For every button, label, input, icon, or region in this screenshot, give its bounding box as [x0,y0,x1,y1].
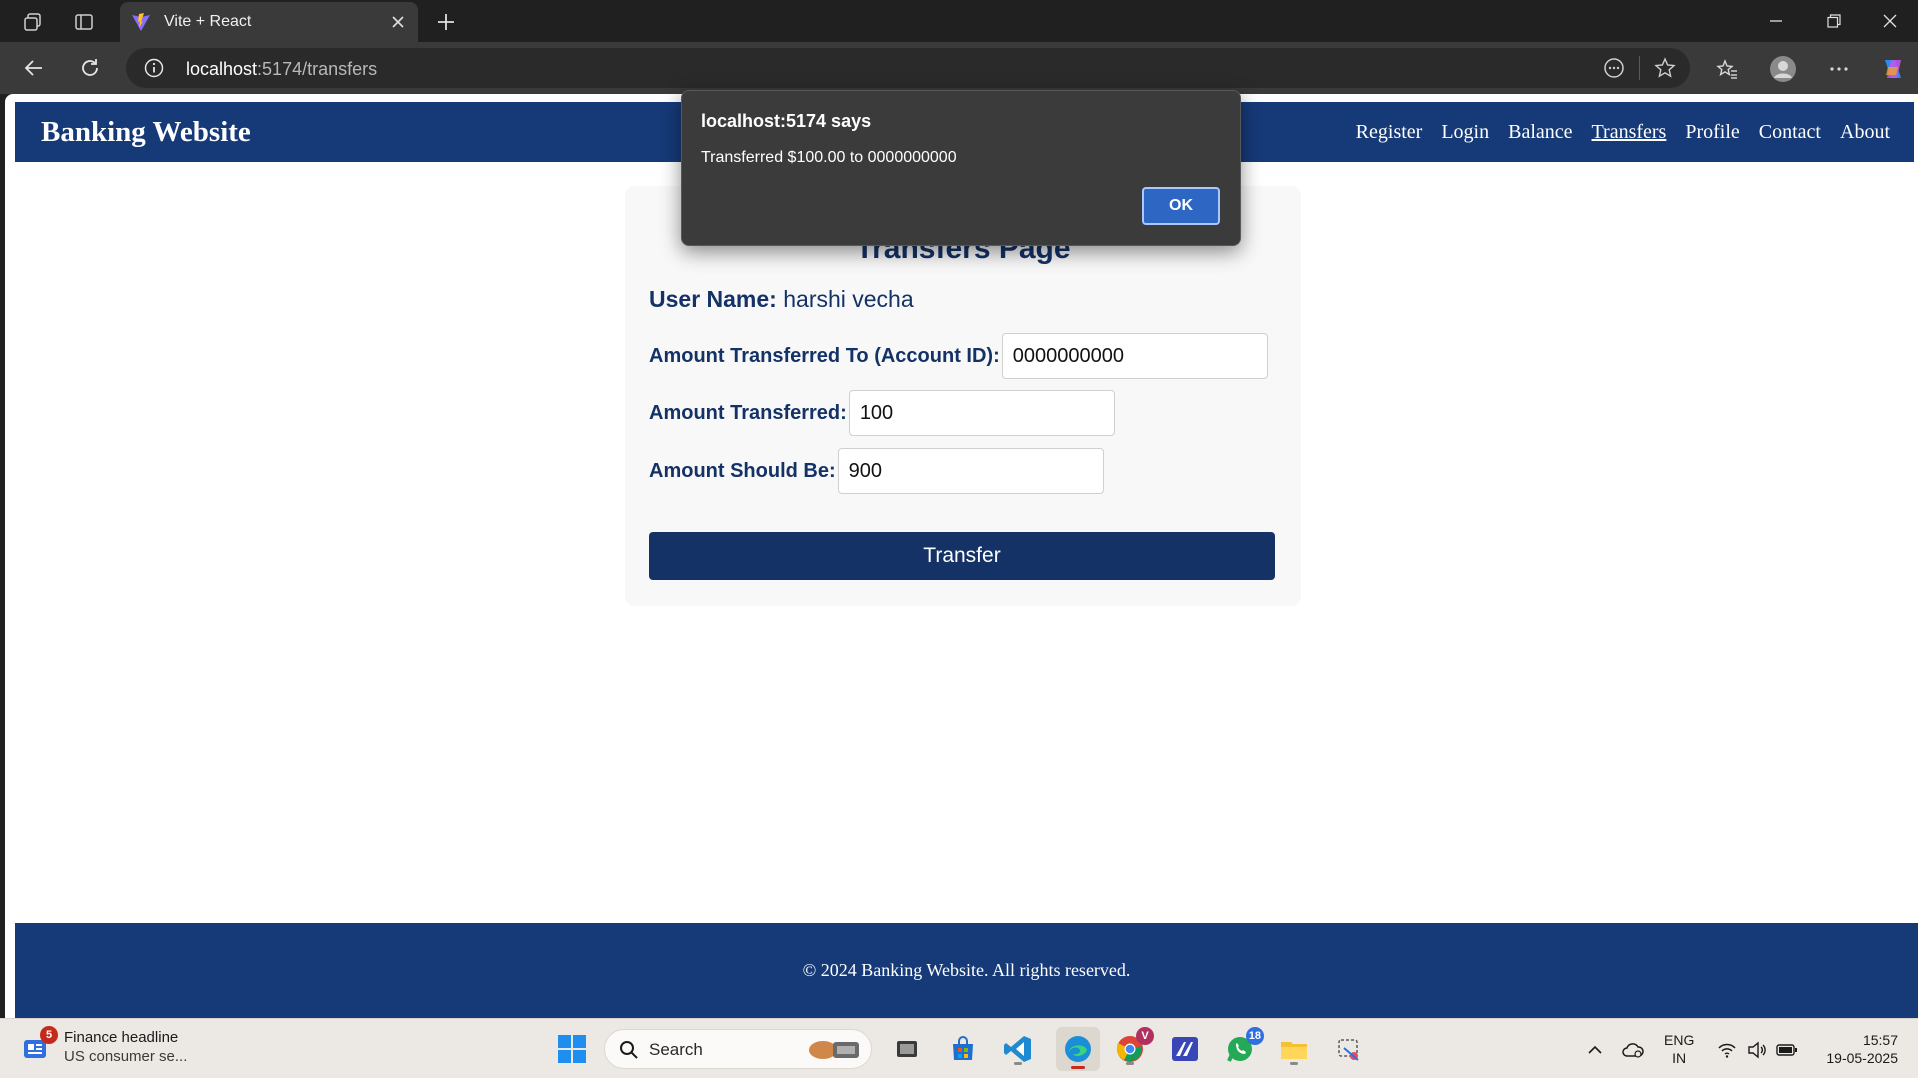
windows-taskbar: 5 Finance headline US consumer se... Sea… [0,1018,1918,1078]
transfer-button[interactable]: Transfer [649,532,1275,580]
amount-label: Amount Transferred: [649,401,847,424]
address-bar[interactable]: localhost:5174/transfers [126,48,1690,88]
browser-tab-bar: Vite + React [0,0,1918,42]
news-badge: 5 [40,1026,58,1044]
restore-button[interactable] [1806,0,1862,42]
favorite-star-icon[interactable] [1654,57,1676,79]
taskbar-search[interactable]: Search [604,1029,872,1069]
nav-transfers[interactable]: Transfers [1592,121,1667,144]
clock-date: 19-05-2025 [1826,1050,1898,1066]
site-info-icon[interactable] [144,58,164,78]
dialog-ok-button[interactable]: OK [1142,187,1220,225]
amount-row: Amount Transferred: [649,390,1115,436]
vite-favicon-icon [130,11,152,33]
amount-input[interactable] [848,390,1115,436]
new-tab-button[interactable] [432,8,460,36]
active-tab[interactable]: Vite + React [120,2,418,42]
copilot-icon[interactable] [1878,54,1908,84]
back-button[interactable] [20,54,48,82]
site-title: Banking Website [41,115,251,148]
site-nav: Register Login Balance Transfers Profile… [1356,121,1890,144]
volume-icon[interactable] [1746,1039,1768,1061]
dialog-message: Transferred $100.00 to 0000000000 [701,149,957,166]
whatsapp-icon[interactable]: 18 [1222,1027,1264,1067]
clock-time: 15:57 [1862,1032,1898,1048]
omnibox-separator [1639,56,1640,80]
url-text: localhost:5174/transfers [186,59,377,80]
whatsapp-badge: 18 [1245,1027,1264,1045]
url-host: localhost [186,59,258,79]
tab-title: Vite + React [164,13,252,30]
chrome-profile-badge: V [1136,1027,1154,1045]
account-id-label: Amount Transferred To (Account ID): [649,344,1000,367]
start-button[interactable] [554,1031,590,1067]
nav-register[interactable]: Register [1356,121,1423,144]
workspaces-icon[interactable] [20,9,46,35]
should-be-input[interactable] [837,448,1104,494]
reading-mode-icon[interactable] [1603,57,1625,79]
lang-region: IN [1672,1050,1687,1066]
nav-profile[interactable]: Profile [1685,121,1739,144]
user-name-value: harshi vecha [783,286,914,312]
explorer-running-indicator [1290,1062,1298,1065]
show-hidden-icons-chevron-icon[interactable] [1584,1039,1606,1061]
onedrive-sync-icon[interactable] [1622,1039,1644,1061]
editor-app-icon[interactable] [1167,1031,1203,1067]
microsoft-store-icon[interactable] [945,1031,981,1067]
favorites-icon[interactable] [1712,54,1742,84]
minimize-button[interactable] [1748,0,1804,42]
footer-copyright: © 2024 Banking Website. All rights reser… [802,960,1131,980]
search-icon [619,1040,639,1060]
search-highlight-icon [803,1034,863,1066]
reload-button[interactable] [76,54,104,82]
transfer-card: Transfers Page User Name: harshi vecha A… [625,186,1301,606]
vertical-tabs-icon[interactable] [71,9,97,35]
news-widget-icon: 5 [22,1026,58,1062]
chrome-icon[interactable]: V [1112,1027,1154,1067]
vscode-icon[interactable] [1000,1031,1036,1067]
news-widget[interactable]: 5 Finance headline US consumer se... [22,1026,188,1065]
url-path: :5174/transfers [257,59,378,79]
account-id-input[interactable] [1001,333,1268,379]
system-clock[interactable]: 15:57 19-05-2025 [1816,1031,1898,1067]
chrome-running-indicator [1126,1062,1134,1065]
alert-dialog: localhost:5174 says Transferred $100.00 … [681,90,1241,246]
profile-avatar-icon[interactable] [1768,54,1798,84]
news-subtitle: US consumer se... [64,1048,188,1065]
task-view-icon[interactable] [889,1031,925,1067]
site-footer: © 2024 Banking Website. All rights reser… [15,923,1918,1018]
close-window-button[interactable] [1862,0,1918,42]
vscode-running-indicator [1014,1062,1022,1065]
edge-active-indicator [1071,1066,1085,1069]
lang-code: ENG [1664,1032,1695,1048]
battery-icon[interactable] [1776,1039,1798,1061]
edge-icon[interactable] [1056,1027,1100,1071]
input-language-indicator[interactable]: ENG IN [1664,1031,1694,1067]
wifi-icon[interactable] [1716,1039,1738,1061]
nav-about[interactable]: About [1840,121,1890,144]
browser-toolbar: localhost:5174/transfers [0,42,1918,94]
nav-balance[interactable]: Balance [1508,121,1572,144]
user-name-line: User Name: harshi vecha [649,286,914,313]
more-options-icon[interactable] [1824,54,1854,84]
tab-close-icon[interactable] [388,12,408,32]
account-id-row: Amount Transferred To (Account ID): [649,333,1268,379]
nav-contact[interactable]: Contact [1759,121,1821,144]
file-explorer-icon[interactable] [1276,1031,1312,1067]
dialog-title: localhost:5174 says [701,111,872,131]
should-be-row: Amount Should Be: [649,448,1104,494]
search-placeholder: Search [649,1040,703,1059]
news-title: Finance headline [64,1029,179,1046]
user-name-label: User Name: [649,286,777,312]
nav-login[interactable]: Login [1441,121,1489,144]
snipping-tool-icon[interactable] [1331,1031,1367,1067]
should-be-label: Amount Should Be: [649,459,836,482]
